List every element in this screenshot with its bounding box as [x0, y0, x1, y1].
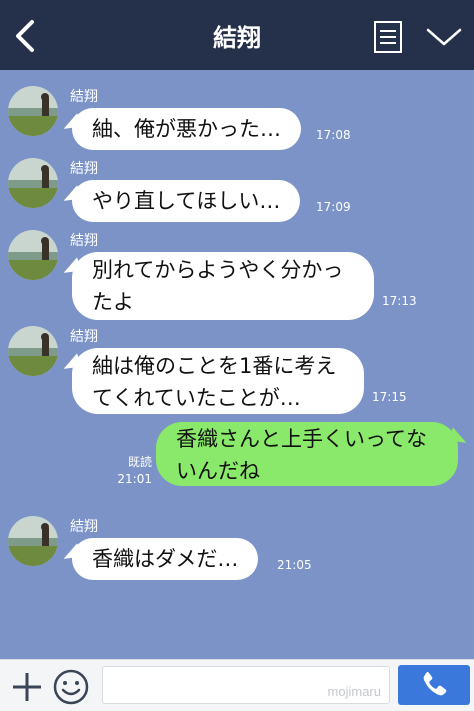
incoming-bubble[interactable]: 紬、俺が悪かった…: [72, 108, 301, 150]
avatar[interactable]: [8, 158, 58, 208]
read-label: 既読: [127, 455, 152, 469]
notes-icon: [374, 21, 402, 53]
sender-name: 結翔: [70, 89, 98, 105]
message-time: 17:09: [316, 200, 351, 214]
plus-button[interactable]: [8, 668, 46, 706]
incoming-bubble[interactable]: 紬は俺のことを1番に考え てくれていたことが…: [72, 348, 364, 414]
message-time: 17:08: [316, 128, 351, 142]
incoming-bubble[interactable]: やり直してほしい…: [72, 180, 301, 222]
notes-button[interactable]: [372, 20, 404, 54]
avatar[interactable]: [8, 516, 58, 566]
avatar-landscape-icon: [8, 230, 58, 280]
avatar[interactable]: [8, 326, 58, 376]
avatar-landscape-icon: [8, 86, 58, 136]
sender-name: 結翔: [70, 329, 98, 345]
avatar-landscape-icon: [8, 158, 58, 208]
read-receipt: 既読 21:01: [112, 454, 152, 488]
message-row: 結翔 紬は俺のことを1番に考え てくれていたことが… 17:15: [0, 322, 474, 418]
message-row: 結翔 香織はダメだ… 21:05: [0, 512, 474, 582]
plus-icon: [13, 673, 41, 701]
message-time: 17:13: [382, 294, 417, 308]
message-row: 結翔 別れてからようやく分かっ たよ 17:13: [0, 226, 474, 322]
message-time: 21:05: [277, 558, 312, 572]
outgoing-bubble[interactable]: 香織さんと上手くいってな いんだね: [156, 422, 458, 486]
sender-name: 結翔: [70, 233, 98, 249]
chat-screen: 結翔 結翔 紬、俺が悪かった… 17:08 結翔 やり直してほしい… 17:09…: [0, 0, 474, 711]
expand-menu-button[interactable]: [424, 24, 464, 50]
message-row: 既読 21:01 香織さんと上手くいってな いんだね: [0, 418, 474, 488]
call-button[interactable]: [398, 665, 470, 705]
message-row: 結翔 やり直してほしい… 17:09: [0, 154, 474, 224]
phone-icon: [423, 672, 447, 696]
watermark-text: mojimaru: [327, 684, 381, 699]
incoming-bubble[interactable]: 香織はダメだ…: [72, 538, 259, 580]
sender-name: 結翔: [70, 519, 98, 535]
avatar[interactable]: [8, 230, 58, 280]
input-bar: mojimaru: [0, 659, 474, 711]
message-input[interactable]: mojimaru: [102, 666, 390, 704]
avatar[interactable]: [8, 86, 58, 136]
chevron-down-icon: [426, 28, 462, 46]
message-row: 結翔 紬、俺が悪かった… 17:08: [0, 82, 474, 152]
incoming-bubble[interactable]: 別れてからようやく分かっ たよ: [72, 252, 374, 320]
sender-name: 結翔: [70, 161, 98, 177]
avatar-landscape-icon: [8, 516, 58, 566]
emoji-button[interactable]: [52, 668, 90, 706]
chat-header: 結翔: [0, 0, 474, 70]
avatar-landscape-icon: [8, 326, 58, 376]
message-time: 21:01: [117, 472, 152, 486]
smiley-icon: [53, 669, 89, 705]
message-time: 17:15: [372, 390, 407, 404]
